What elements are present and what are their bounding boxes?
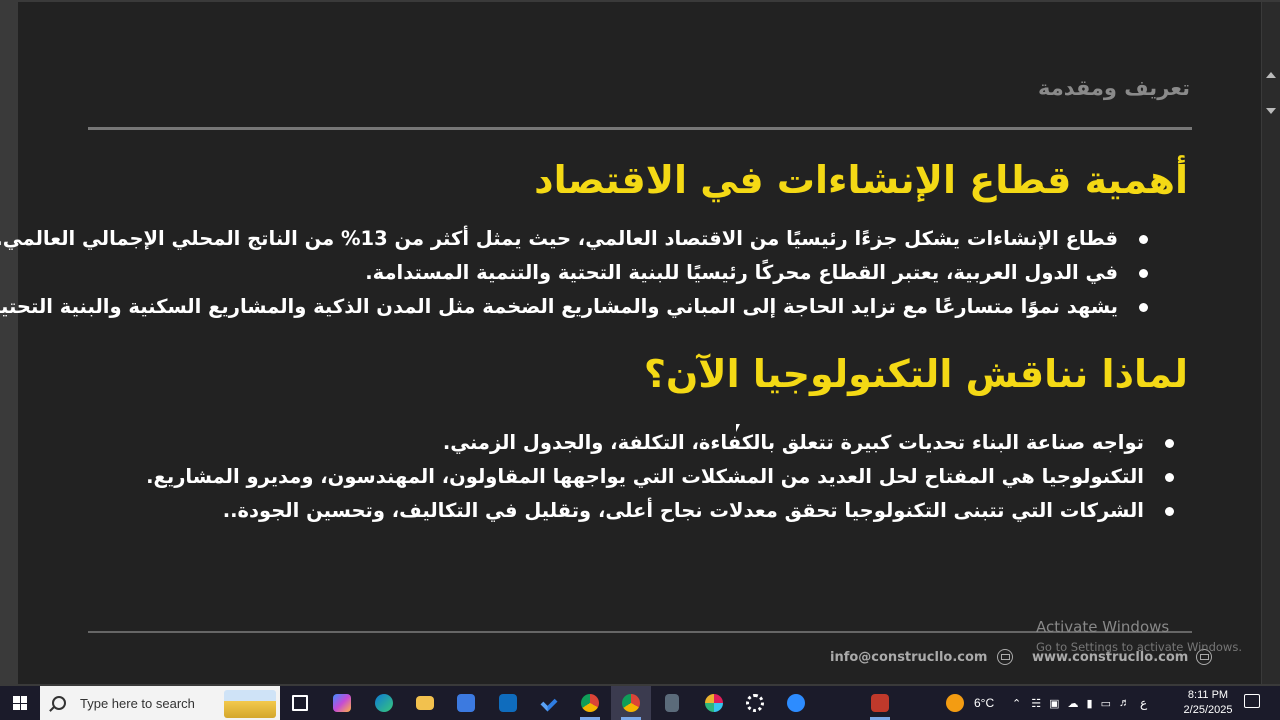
clock[interactable]: 8:11 PM 2/25/2025 <box>1178 688 1238 718</box>
app-icon[interactable] <box>860 686 900 720</box>
file-explorer-icon[interactable] <box>405 686 445 720</box>
language-indicator[interactable]: ع <box>1140 696 1147 710</box>
presentation-slide <box>18 2 1261 684</box>
weather-widget[interactable]: 6°C <box>946 686 994 720</box>
activate-windows-title: Activate Windows <box>1036 618 1170 636</box>
windows-logo-icon <box>13 696 27 710</box>
weather-icon <box>946 694 964 712</box>
search-icon <box>52 696 66 710</box>
chevron-up-icon[interactable]: ⌃ <box>1012 697 1021 710</box>
edge-icon[interactable] <box>364 686 404 720</box>
list-item: تواجه صناعة البناء تحديات كبيرة تتعلق با… <box>146 426 1174 460</box>
section-label: تعريف ومقدمة <box>1037 76 1190 100</box>
heading-why-technology: لماذا نناقش التكنولوجيا الآن؟ <box>643 352 1188 396</box>
scroll-up-icon[interactable] <box>1266 72 1276 78</box>
bullet-icon <box>1165 473 1174 482</box>
bottom-divider <box>88 631 1192 633</box>
taskbar: Type here to search 6°C ⌃ ☵ ▣ ☁ ▮ ▭ ♬ ع <box>0 686 1280 720</box>
todo-icon[interactable] <box>529 686 569 720</box>
vertical-scrollbar[interactable] <box>1262 2 1280 684</box>
calculator-icon[interactable] <box>652 686 692 720</box>
bullet-icon <box>1139 235 1148 244</box>
network-icon[interactable]: ☵ <box>1031 697 1041 710</box>
chrome-profile-icon[interactable] <box>570 686 610 720</box>
bullet-list-1: قطاع الإنشاءات يشكل جزءًا رئيسيًا من الا… <box>0 222 1148 324</box>
email-icon <box>997 649 1014 665</box>
slack-icon[interactable] <box>694 686 734 720</box>
chrome-icon[interactable] <box>611 686 651 720</box>
meet-icon[interactable]: ▣ <box>1049 697 1059 710</box>
list-item: التكنولوجيا هي المفتاح لحل العديد من الم… <box>146 460 1174 494</box>
activate-windows-subtitle: Go to Settings to activate Windows. <box>1036 640 1242 654</box>
system-tray[interactable]: ⌃ ☵ ▣ ☁ ▮ ▭ ♬ ع <box>1012 686 1147 720</box>
bullet-icon <box>1139 303 1148 312</box>
list-item: في الدول العربية، يعتبر القطاع محركًا رئ… <box>0 256 1148 290</box>
notification-icon[interactable] <box>1244 694 1260 708</box>
copilot-icon[interactable] <box>322 686 362 720</box>
scroll-down-icon[interactable] <box>1266 108 1276 114</box>
heading-construction-importance: أهمية قطاع الإنشاءات في الاقتصاد <box>534 158 1188 202</box>
settings-icon[interactable] <box>735 686 775 720</box>
list-item: يشهد نموًا متسارعًا مع تزايد الحاجة إلى … <box>0 290 1148 324</box>
battery-icon[interactable]: ▭ <box>1101 697 1111 710</box>
store-icon[interactable] <box>446 686 486 720</box>
bullet-icon <box>1165 439 1174 448</box>
bullet-icon <box>1139 269 1148 278</box>
list-item: الشركات التي تتبنى التكنولوجيا تحقق معدل… <box>146 494 1174 528</box>
volume-icon[interactable]: ♬ <box>1119 697 1130 709</box>
start-button[interactable] <box>0 686 40 720</box>
outlook-icon[interactable] <box>488 686 528 720</box>
cloud-icon[interactable]: ☁ <box>1068 697 1079 710</box>
mouse-cursor-icon <box>736 424 740 432</box>
footer-email: info@construcllo.com <box>830 649 1014 665</box>
zoom-icon[interactable] <box>776 686 816 720</box>
bullet-icon <box>1165 507 1174 516</box>
top-divider <box>88 127 1192 130</box>
search-highlight-image <box>224 690 276 718</box>
list-item: قطاع الإنشاءات يشكل جزءًا رئيسيًا من الا… <box>0 222 1148 256</box>
bullet-list-2: تواجه صناعة البناء تحديات كبيرة تتعلق با… <box>146 426 1174 528</box>
microphone-icon[interactable]: ▮ <box>1087 697 1093 710</box>
task-view-icon[interactable] <box>280 686 320 720</box>
taskbar-search[interactable]: Type here to search <box>40 686 280 720</box>
